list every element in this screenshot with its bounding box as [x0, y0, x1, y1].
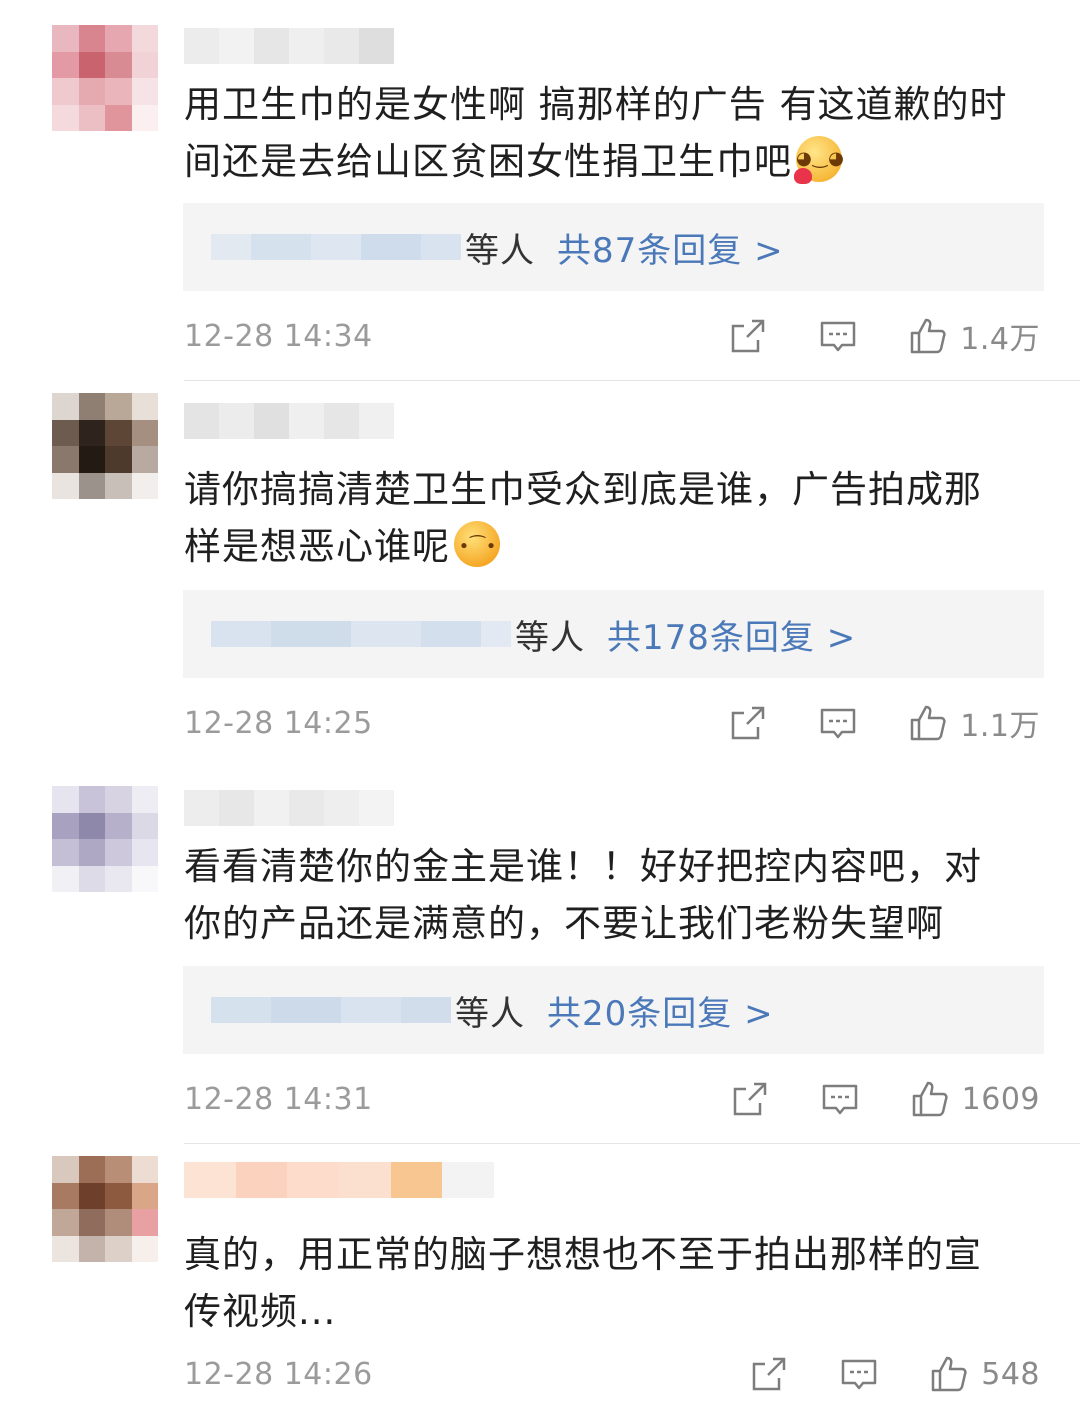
reply-suffix: 等人	[455, 993, 525, 1034]
like-icon[interactable]	[908, 703, 948, 743]
comment-meta: 12-28 14:34 1.4万	[184, 314, 1040, 358]
avatar[interactable]	[52, 1156, 158, 1262]
comment-text: 请你搞搞清楚卫生巾受众到底是谁，广告拍成那 样是想恶心谁呢 •‿•	[184, 468, 982, 568]
comment-text: 用卫生巾的是女性啊 搞那样的广告 有这道歉的时 间还是去给山区贫困女性捐卫生巾吧…	[184, 83, 1008, 184]
like-button[interactable]: 548	[929, 1354, 1040, 1394]
share-icon[interactable]	[730, 1079, 770, 1119]
share-icon[interactable]	[728, 316, 768, 356]
shy-face-emoji-icon: ◕‿◕	[794, 136, 844, 184]
action-bar: 548	[749, 1354, 1040, 1394]
comment-text: 真的，用正常的脑子想想也不至于拍出那样的宣 传视频...	[184, 1233, 982, 1333]
like-button[interactable]: 1609	[910, 1079, 1040, 1119]
timestamp: 12-28 14:25	[184, 705, 373, 741]
username-blurred[interactable]	[184, 403, 394, 439]
comment-item: 看看清楚你的金主是谁！！好好把控内容吧，对 你的产品还是满意的，不要让我们老粉失…	[0, 766, 1080, 1143]
view-replies-link[interactable]: 共87条回复 >	[557, 223, 784, 272]
comment-meta: 12-28 14:25 1.1万	[184, 701, 1040, 745]
comment-text: 看看清楚你的金主是谁！！好好把控内容吧，对 你的产品还是满意的，不要让我们老粉失…	[184, 845, 982, 945]
username-blurred[interactable]	[184, 1162, 495, 1198]
comment-icon[interactable]	[818, 703, 858, 743]
like-count: 1609	[961, 1081, 1040, 1117]
reply-summary[interactable]: 等人 共20条回复 >	[183, 966, 1044, 1054]
username-blurred[interactable]	[184, 28, 394, 64]
view-replies-link[interactable]: 共20条回复 >	[547, 986, 774, 1035]
share-icon[interactable]	[728, 703, 768, 743]
reply-names-blurred	[211, 993, 451, 1027]
like-icon[interactable]	[929, 1354, 969, 1394]
upside-down-face-emoji-icon: •‿•	[454, 521, 500, 567]
reply-summary[interactable]: 等人 共87条回复 >	[183, 203, 1044, 291]
comment-item: 请你搞搞清楚卫生巾受众到底是谁，广告拍成那 样是想恶心谁呢 •‿• 等人 共178…	[0, 381, 1080, 766]
like-icon[interactable]	[908, 316, 948, 356]
avatar[interactable]	[52, 25, 158, 131]
share-icon[interactable]	[749, 1354, 789, 1394]
reply-names-blurred	[211, 617, 511, 651]
timestamp: 12-28 14:26	[184, 1356, 373, 1392]
comment-icon[interactable]	[818, 316, 858, 356]
action-bar: 1.1万	[728, 701, 1040, 745]
like-button[interactable]: 1.4万	[908, 314, 1040, 358]
reply-suffix: 等人	[515, 617, 585, 658]
like-icon[interactable]	[910, 1079, 950, 1119]
comment-meta: 12-28 14:26 548	[184, 1352, 1040, 1396]
action-bar: 1.4万	[728, 314, 1040, 358]
reply-summary[interactable]: 等人 共178条回复 >	[183, 590, 1044, 678]
reply-suffix: 等人	[465, 230, 535, 271]
like-count: 548	[981, 1356, 1040, 1392]
like-count: 1.4万	[960, 322, 1040, 357]
avatar[interactable]	[52, 393, 158, 499]
avatar[interactable]	[52, 786, 158, 892]
timestamp: 12-28 14:31	[184, 1081, 373, 1117]
comment-meta: 12-28 14:31 1609	[184, 1077, 1040, 1121]
like-button[interactable]: 1.1万	[908, 701, 1040, 745]
username-blurred[interactable]	[184, 790, 394, 826]
comment-item: 真的，用正常的脑子想想也不至于拍出那样的宣 传视频... 12-28 14:26…	[0, 1144, 1080, 1418]
view-replies-link[interactable]: 共178条回复 >	[607, 610, 856, 659]
like-count: 1.1万	[960, 709, 1040, 744]
comment-icon[interactable]	[839, 1354, 879, 1394]
action-bar: 1609	[730, 1079, 1040, 1119]
comment-icon[interactable]	[820, 1079, 860, 1119]
timestamp: 12-28 14:34	[184, 318, 373, 354]
reply-names-blurred	[211, 230, 461, 264]
comment-item: 用卫生巾的是女性啊 搞那样的广告 有这道歉的时 间还是去给山区贫困女性捐卫生巾吧…	[0, 0, 1080, 380]
